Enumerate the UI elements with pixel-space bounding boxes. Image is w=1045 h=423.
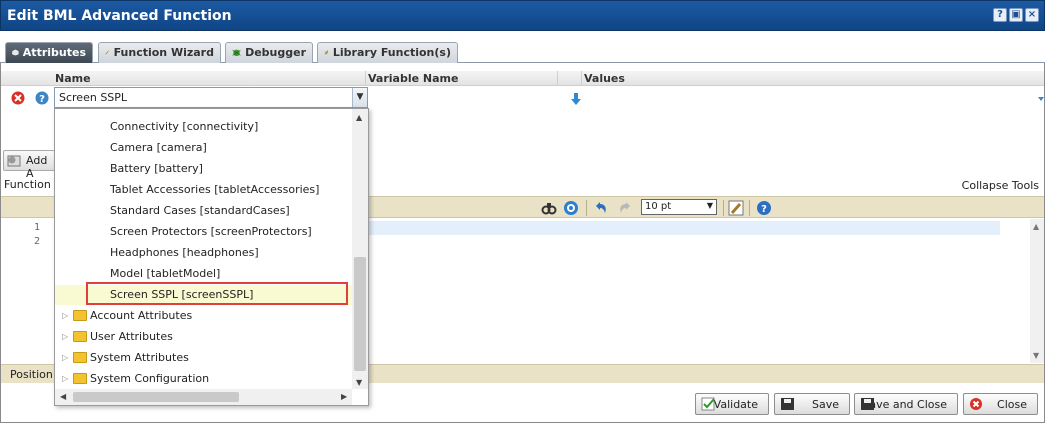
save-button[interactable]: Save [774, 393, 850, 415]
folder-icon [73, 310, 87, 321]
folder-account-attributes[interactable]: Account Attributes [90, 309, 192, 322]
save-and-close-button[interactable]: Save and Close [854, 393, 958, 415]
expand-icon[interactable]: ▷ [62, 353, 68, 362]
folder-system-attributes[interactable]: System Attributes [90, 351, 189, 364]
list-item[interactable]: Headphones [headphones] [110, 246, 259, 259]
validate-icon [701, 397, 715, 411]
list-item[interactable]: Standard Cases [standardCases] [110, 204, 290, 217]
close-icon [970, 398, 982, 410]
tab-debugger[interactable]: Debugger [225, 42, 313, 63]
scroll-thumb[interactable] [354, 257, 366, 371]
wand-icon [105, 50, 110, 55]
expand-icon[interactable]: ▷ [62, 311, 68, 320]
window-title-bar: Edit BML Advanced Function ? ▣ × [0, 0, 1045, 31]
position-label: Position: [10, 368, 57, 381]
attributes-table-header: Name Variable Name Values [1, 71, 1044, 86]
chevron-down-icon: ▼ [706, 201, 713, 210]
library-icon [324, 50, 329, 55]
folder-user-attributes[interactable]: User Attributes [90, 330, 173, 343]
font-size-value: 10 pt [645, 201, 672, 212]
list-item[interactable]: Model [tabletModel] [110, 267, 220, 280]
expand-icon[interactable]: ▷ [62, 332, 68, 341]
list-item[interactable]: Connectivity [connectivity] [110, 120, 258, 133]
tab-library-functions[interactable]: Library Function(s) [317, 42, 458, 63]
floppy-icon [861, 398, 874, 410]
scroll-left-icon[interactable]: ◀ [60, 392, 66, 401]
close-button[interactable]: Close [963, 393, 1038, 415]
help-icon[interactable]: ? [756, 200, 772, 216]
folder-system-configuration[interactable]: System Configuration [90, 372, 209, 385]
list-item[interactable]: Battery [battery] [110, 162, 203, 175]
font-size-select[interactable]: 10 pt ▼ [641, 199, 717, 215]
arrow-down-icon[interactable] [569, 92, 583, 106]
add-rows-icon [7, 155, 21, 167]
window-title: Edit BML Advanced Function [7, 8, 232, 24]
help-icon[interactable]: ? [993, 8, 1007, 22]
format-brush-icon[interactable] [728, 200, 744, 216]
floppy-icon [781, 398, 794, 410]
attribute-name-select[interactable]: Screen SSPL ▼ [54, 87, 368, 108]
attribute-name-value: Screen SSPL [59, 91, 128, 104]
tab-bar: Attributes Function Wizard Debugger Libr… [0, 31, 1045, 63]
expand-icon[interactable]: ▷ [62, 374, 68, 383]
header-name: Name [55, 72, 91, 85]
goto-icon[interactable] [563, 200, 579, 216]
window-controls: ? ▣ × [993, 8, 1039, 22]
line-number: 1 [34, 222, 41, 233]
close-window-icon[interactable]: × [1025, 8, 1039, 22]
scroll-down-icon[interactable]: ▼ [1033, 351, 1039, 360]
header-variable-name: Variable Name [368, 72, 459, 85]
save-label: Save [811, 398, 839, 411]
scroll-right-icon[interactable]: ▶ [341, 392, 347, 401]
attribute-dropdown-list: Connectivity [connectivity] Camera [came… [54, 108, 369, 406]
find-icon[interactable] [541, 200, 557, 216]
selection-outline [86, 282, 348, 305]
line-number: 2 [34, 236, 41, 247]
header-values: Values [584, 72, 625, 85]
tab-debugger-label: Debugger [245, 46, 306, 59]
collapse-tools-link[interactable]: Collapse Tools [962, 179, 1039, 192]
tab-attributes[interactable]: Attributes [5, 42, 93, 63]
add-attribute-button[interactable]: Add A [3, 150, 59, 180]
active-line-highlight [368, 221, 1000, 235]
folder-icon [73, 331, 87, 342]
scroll-thumb[interactable] [73, 392, 239, 402]
redo-icon[interactable] [617, 200, 633, 216]
validate-label: Validate [713, 398, 758, 411]
small-chevron-icon[interactable] [1037, 95, 1045, 103]
tab-library-functions-label: Library Function(s) [332, 46, 451, 59]
tab-attributes-label: Attributes [22, 46, 86, 59]
restore-icon[interactable]: ▣ [1009, 8, 1023, 22]
editor-scrollbar[interactable]: ▲ ▼ [1030, 219, 1044, 363]
cube-icon [12, 49, 19, 56]
delete-icon[interactable] [11, 91, 25, 105]
chevron-down-icon[interactable]: ▼ [352, 88, 367, 107]
svg-text:?: ? [761, 204, 767, 215]
scroll-down-icon[interactable]: ▼ [356, 378, 362, 387]
scroll-up-icon[interactable]: ▲ [1033, 222, 1039, 231]
undo-icon[interactable] [593, 200, 609, 216]
validate-button[interactable]: Validate [695, 393, 769, 415]
dropdown-vertical-scrollbar[interactable]: ▲ ▼ [352, 109, 368, 389]
scroll-up-icon[interactable]: ▲ [356, 113, 362, 122]
folder-icon [73, 352, 87, 363]
bug-icon [232, 49, 241, 57]
list-item[interactable]: Camera [camera] [110, 141, 207, 154]
list-item[interactable]: Tablet Accessories [tabletAccessories] [110, 183, 319, 196]
tab-function-wizard[interactable]: Function Wizard [98, 42, 221, 63]
function-section-label: Function s [4, 178, 61, 191]
close-label: Close [997, 398, 1027, 411]
svg-text:?: ? [39, 94, 45, 105]
tab-function-wizard-label: Function Wizard [113, 46, 214, 59]
folder-icon [73, 373, 87, 384]
dropdown-horizontal-scrollbar[interactable]: ◀ ▶ [55, 389, 352, 405]
list-item[interactable]: Screen Protectors [screenProtectors] [110, 225, 312, 238]
help-circle-icon[interactable]: ? [35, 91, 49, 105]
